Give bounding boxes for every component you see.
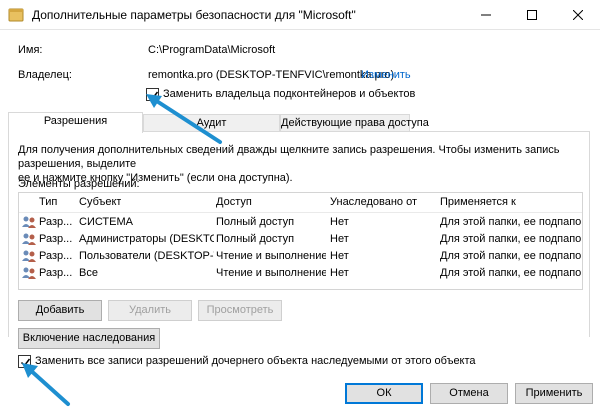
column-type[interactable]: Тип — [39, 196, 57, 208]
close-button[interactable] — [555, 0, 600, 30]
view-button[interactable]: Просмотреть — [198, 300, 282, 321]
row-type: Разр... — [39, 216, 73, 228]
row-subject: СИСТЕМА — [79, 216, 133, 228]
row-subject: Пользователи (DESKTOP-TE... — [79, 250, 214, 262]
row-subject: Все — [79, 267, 98, 279]
table-row[interactable]: Разр... Все Чтение и выполнение Нет Для … — [19, 265, 582, 282]
list-header: Тип Субъект Доступ Унаследовано от Приме… — [19, 193, 582, 213]
add-button[interactable]: Добавить — [18, 300, 102, 321]
row-type: Разр... — [39, 250, 73, 262]
table-row[interactable]: Разр... Пользователи (DESKTOP-TE... Чтен… — [19, 248, 582, 265]
description-line-1: Для получения дополнительных сведений дв… — [18, 144, 560, 170]
replace-child-permissions-label: Заменить все записи разрешений дочернего… — [35, 355, 476, 367]
replace-owner-label: Заменить владельца подконтейнеров и объе… — [163, 88, 416, 100]
security-shield-icon — [8, 8, 24, 22]
minimize-button[interactable] — [463, 0, 509, 30]
row-access: Чтение и выполнение — [216, 250, 326, 262]
permission-entries-title: Элементы разрешений: — [18, 178, 140, 190]
replace-child-permissions-checkbox[interactable] — [18, 355, 31, 368]
row-applies: Для этой папки, ее подпапок ... — [440, 233, 582, 245]
owner-label: Владелец: — [18, 69, 72, 81]
change-owner-link[interactable]: Изменить — [361, 69, 411, 81]
name-value: C:\ProgramData\Microsoft — [148, 44, 276, 56]
row-access: Чтение и выполнение — [216, 267, 326, 279]
name-label: Имя: — [18, 44, 43, 56]
row-subject: Администраторы (DESKTOP-... — [79, 233, 214, 245]
window-title: Дополнительные параметры безопасности дл… — [32, 8, 356, 22]
replace-owner-checkbox[interactable] — [146, 88, 159, 101]
row-applies: Для этой папки, ее подпапок ... — [440, 267, 582, 279]
row-inherited: Нет — [330, 250, 349, 262]
row-access: Полный доступ — [216, 216, 295, 228]
row-applies: Для этой папки, ее подпапок ... — [440, 250, 582, 262]
row-applies: Для этой папки, ее подпапок ... — [440, 216, 582, 228]
enable-inheritance-button[interactable]: Включение наследования — [18, 328, 160, 349]
apply-button[interactable]: Применить — [515, 383, 593, 404]
column-applies[interactable]: Применяется к — [440, 196, 516, 208]
user-group-icon — [21, 215, 37, 229]
row-type: Разр... — [39, 233, 73, 245]
row-inherited: Нет — [330, 233, 349, 245]
ok-button[interactable]: ОК — [345, 383, 423, 404]
table-row[interactable]: Разр... Администраторы (DESKTOP-... Полн… — [19, 231, 582, 248]
permission-entries-list[interactable]: Тип Субъект Доступ Унаследовано от Приме… — [18, 192, 583, 290]
cancel-button[interactable]: Отмена — [430, 383, 508, 404]
tab-strip: Разрешения Аудит Действующие права досту… — [8, 112, 590, 133]
row-access: Полный доступ — [216, 233, 295, 245]
row-type: Разр... — [39, 267, 73, 279]
user-group-icon — [21, 232, 37, 246]
table-row[interactable]: Разр... СИСТЕМА Полный доступ Нет Для эт… — [19, 214, 582, 231]
tab-permissions[interactable]: Разрешения — [8, 112, 143, 133]
tab-audit[interactable]: Аудит — [143, 114, 280, 132]
title-bar: Дополнительные параметры безопасности дл… — [0, 0, 600, 30]
tab-effective-access[interactable]: Действующие права доступа — [280, 114, 429, 132]
user-group-icon — [21, 266, 37, 280]
column-subject[interactable]: Субъект — [79, 196, 121, 208]
user-group-icon — [21, 249, 37, 263]
row-inherited: Нет — [330, 216, 349, 228]
row-inherited: Нет — [330, 267, 349, 279]
column-inherited[interactable]: Унаследовано от — [330, 196, 417, 208]
maximize-button[interactable] — [509, 0, 555, 30]
owner-value: remontka.pro (DESKTOP-TENFVIC\remontka.p… — [148, 69, 395, 81]
column-access[interactable]: Доступ — [216, 196, 252, 208]
remove-button[interactable]: Удалить — [108, 300, 192, 321]
